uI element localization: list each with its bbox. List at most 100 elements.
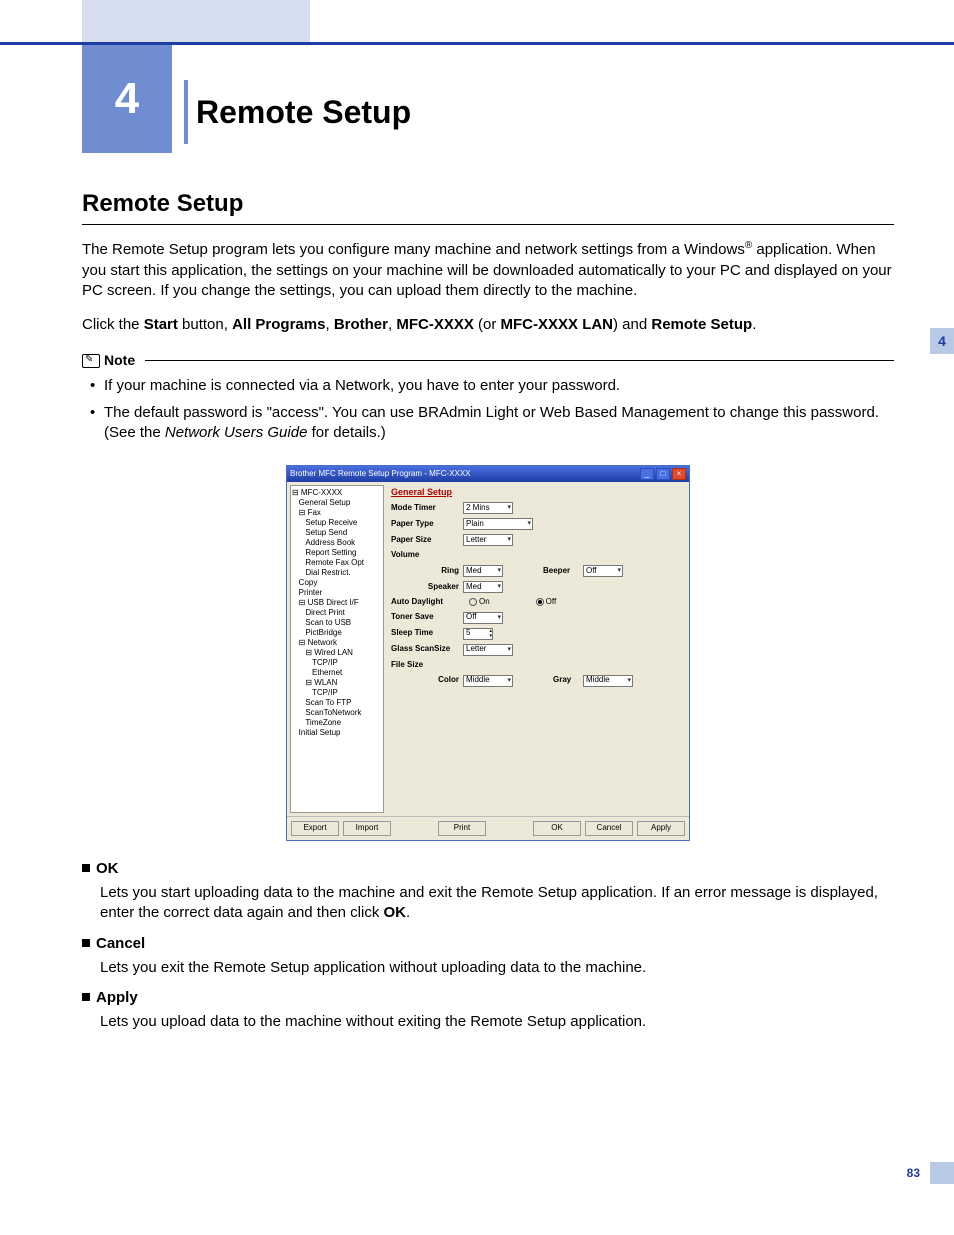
- field-label: Auto Daylight: [391, 597, 463, 608]
- radio-off[interactable]: Off: [536, 597, 557, 608]
- tree-item[interactable]: Scan to USB: [305, 618, 351, 627]
- tree-item[interactable]: ⊟ WLAN: [305, 678, 337, 687]
- import-button[interactable]: Import: [343, 821, 391, 836]
- maximize-icon[interactable]: □: [656, 468, 670, 480]
- sleep-time-spinner[interactable]: 5: [463, 628, 493, 640]
- tree-item[interactable]: Remote Fax Opt: [305, 558, 364, 567]
- note-item: If your machine is connected via a Netwo…: [104, 376, 894, 396]
- desc-apply: Apply Lets you upload data to the machin…: [82, 988, 894, 1033]
- tree-item[interactable]: TimeZone: [305, 718, 341, 727]
- chapter-number-box: 4: [82, 45, 172, 153]
- note-item: The default password is "access". You ca…: [104, 403, 894, 444]
- side-tab: 4: [930, 328, 954, 354]
- note-label: Note: [104, 351, 135, 370]
- field-label: Ring: [391, 566, 463, 577]
- section-rule: [82, 224, 894, 225]
- tree-item[interactable]: ⊟ Network: [299, 638, 337, 647]
- print-button[interactable]: Print: [438, 821, 486, 836]
- tree-panel[interactable]: ⊟ MFC-XXXX General Setup ⊟ Fax Setup Rec…: [290, 485, 384, 813]
- tree-item[interactable]: Printer: [299, 588, 323, 597]
- speaker-dropdown[interactable]: Med: [463, 581, 503, 593]
- paper-size-dropdown[interactable]: Letter: [463, 534, 513, 546]
- bold: Brother: [334, 316, 388, 333]
- toner-save-dropdown[interactable]: Off: [463, 612, 503, 624]
- tree-item[interactable]: TCP/IP: [312, 688, 338, 697]
- desc-ok: OK Lets you start uploading data to the …: [82, 859, 894, 924]
- tree-item[interactable]: ⊟ USB Direct I/F: [299, 598, 359, 607]
- ok-button[interactable]: OK: [533, 821, 581, 836]
- tree-item[interactable]: General Setup: [299, 498, 351, 507]
- tree-item[interactable]: Dial Restrict.: [305, 568, 350, 577]
- text: The Remote Setup program lets you config…: [82, 241, 745, 258]
- cancel-button[interactable]: Cancel: [585, 821, 633, 836]
- color-dropdown[interactable]: Middle: [463, 675, 513, 687]
- minimize-icon[interactable]: _: [640, 468, 654, 480]
- paper-type-dropdown[interactable]: Plain: [463, 518, 533, 530]
- tree-item[interactable]: Setup Receive: [305, 518, 357, 527]
- text: Click the: [82, 316, 144, 333]
- tree-item[interactable]: TCP/IP: [312, 658, 338, 667]
- gray-dropdown[interactable]: Middle: [583, 675, 633, 687]
- tree-item[interactable]: ⊟ MFC-XXXX: [292, 488, 342, 497]
- glass-scan-dropdown[interactable]: Letter: [463, 644, 513, 656]
- desc-body: Lets you exit the Remote Setup applicati…: [100, 958, 894, 978]
- note-list: If your machine is connected via a Netwo…: [82, 376, 894, 443]
- text: ,: [325, 316, 333, 333]
- square-bullet-icon: [82, 939, 90, 947]
- square-bullet-icon: [82, 864, 90, 872]
- app-screenshot: Brother MFC Remote Setup Program - MFC-X…: [286, 465, 690, 841]
- note-rule: [145, 360, 894, 361]
- field-label: Color: [391, 675, 463, 686]
- bold: All Programs: [232, 316, 325, 333]
- close-icon[interactable]: ×: [672, 468, 686, 480]
- tree-item[interactable]: Direct Print: [305, 608, 345, 617]
- tree-item[interactable]: ScanToNetwork: [305, 708, 361, 717]
- page-num-stripe: [930, 1162, 954, 1184]
- tree-item[interactable]: Setup Send: [305, 528, 347, 537]
- bold: Remote Setup: [651, 316, 752, 333]
- field-label: Beeper: [543, 566, 583, 577]
- tree-item[interactable]: PictBridge: [305, 628, 341, 637]
- tree-item[interactable]: Scan To FTP: [305, 698, 351, 707]
- square-bullet-icon: [82, 993, 90, 1001]
- desc-cancel: Cancel Lets you exit the Remote Setup ap…: [82, 934, 894, 979]
- field-label: Mode Timer: [391, 503, 463, 514]
- text: button,: [178, 316, 232, 333]
- desc-body: Lets you upload data to the machine with…: [100, 1012, 894, 1032]
- desc-head-label: OK: [96, 860, 119, 877]
- tree-item[interactable]: ⊟ Fax: [299, 508, 321, 517]
- page-number: 83: [907, 1166, 920, 1180]
- intro-paragraph-2: Click the Start button, All Programs, Br…: [82, 315, 894, 335]
- intro-paragraph-1: The Remote Setup program lets you config…: [82, 239, 894, 301]
- note-icon: [82, 354, 100, 368]
- section-title: Remote Setup: [82, 188, 894, 220]
- panel-title: General Setup: [391, 486, 679, 498]
- desc-body: Lets you start uploading data to the mac…: [100, 883, 894, 924]
- tree-item[interactable]: Initial Setup: [299, 728, 341, 737]
- bold: MFC-XXXX: [396, 316, 474, 333]
- titlebar: Brother MFC Remote Setup Program - MFC-X…: [287, 466, 689, 482]
- text: .: [752, 316, 756, 333]
- radio-on[interactable]: On: [469, 597, 490, 608]
- tree-item[interactable]: ⊟ Wired LAN: [305, 648, 353, 657]
- export-button[interactable]: Export: [291, 821, 339, 836]
- tree-item[interactable]: Copy: [299, 578, 318, 587]
- form-panel: General Setup Mode Timer2 Mins Paper Typ…: [387, 482, 689, 816]
- note-header: Note: [82, 351, 894, 370]
- text: (or: [474, 316, 501, 333]
- ring-dropdown[interactable]: Med: [463, 565, 503, 577]
- mode-timer-dropdown[interactable]: 2 Mins: [463, 502, 513, 514]
- beeper-dropdown[interactable]: Off: [583, 565, 623, 577]
- tree-item[interactable]: Ethernet: [312, 668, 342, 677]
- apply-button[interactable]: Apply: [637, 821, 685, 836]
- field-label: Paper Size: [391, 535, 463, 546]
- field-label: Sleep Time: [391, 628, 463, 639]
- radio-label: Off: [546, 597, 557, 608]
- field-label: Volume: [391, 550, 463, 561]
- field-label: Paper Type: [391, 519, 463, 530]
- tree-item[interactable]: Address Book: [305, 538, 355, 547]
- field-label: Toner Save: [391, 612, 463, 623]
- chapter-title: Remote Setup: [184, 80, 411, 144]
- tree-item[interactable]: Report Setting: [305, 548, 356, 557]
- header-band: [82, 0, 310, 42]
